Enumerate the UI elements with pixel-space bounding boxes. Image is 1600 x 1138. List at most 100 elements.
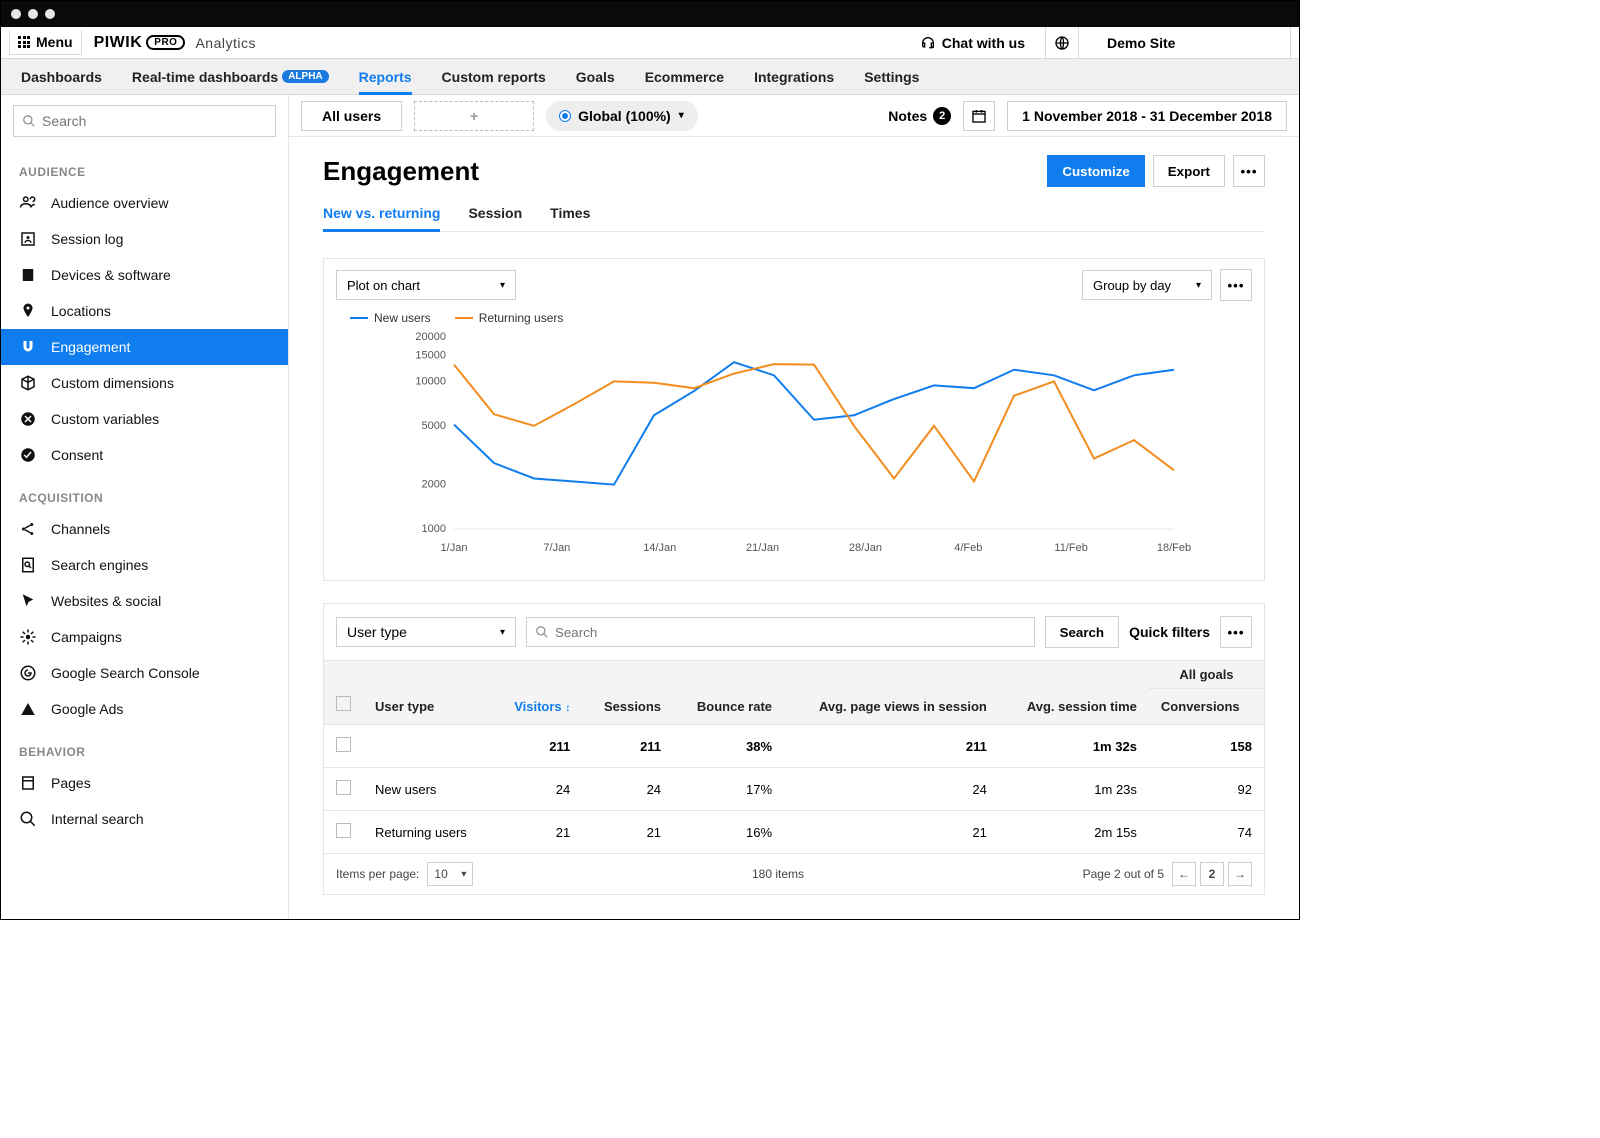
tab-reports[interactable]: Reports: [359, 59, 412, 94]
notes-button[interactable]: Notes 2: [888, 107, 951, 125]
sidebar-item-search-engines[interactable]: Search engines: [1, 547, 288, 583]
table-more-button[interactable]: •••: [1220, 616, 1252, 648]
nav-tabs: Dashboards Real-time dashboardsALPHA Rep…: [1, 59, 1299, 95]
col-sessions[interactable]: Sessions: [582, 661, 673, 725]
page-prev[interactable]: ←: [1172, 862, 1196, 886]
segment-add[interactable]: +: [414, 101, 534, 131]
chevron-down-icon: ▾: [500, 280, 505, 291]
sidebar-item-google-search-console[interactable]: Google Search Console: [1, 655, 288, 691]
sidebar-item-locations[interactable]: Locations: [1, 293, 288, 329]
col-visitors[interactable]: Visitors ↕: [493, 661, 583, 725]
grid-icon: [18, 36, 30, 48]
table-search[interactable]: [526, 617, 1035, 647]
sidebar-item-label: Session log: [51, 231, 123, 247]
tab-ecommerce[interactable]: Ecommerce: [645, 59, 724, 94]
col-bounce[interactable]: Bounce rate: [673, 661, 784, 725]
site-switcher-icon[interactable]: [1045, 27, 1079, 59]
sidebar-item-audience-overview[interactable]: Audience overview: [1, 185, 288, 221]
cell-bounce: 38%: [673, 725, 784, 768]
cell-visitors: 21: [493, 811, 583, 854]
tab-integrations[interactable]: Integrations: [754, 59, 834, 94]
segment-global[interactable]: Global (100%) ▾: [546, 101, 698, 131]
page-current[interactable]: 2: [1200, 862, 1224, 886]
sidebar-search[interactable]: [13, 105, 276, 137]
dot-icon: [560, 111, 570, 121]
table-search-input[interactable]: [555, 625, 1026, 640]
cell-avg-time: 2m 15s: [999, 811, 1149, 854]
sidebar-item-channels[interactable]: Channels: [1, 511, 288, 547]
sidebar-item-label: Channels: [51, 521, 110, 537]
svg-text:11/Feb: 11/Feb: [1054, 542, 1087, 554]
sidebar-item-devices-software[interactable]: Devices & software: [1, 257, 288, 293]
cell-avg-time: 1m 23s: [999, 768, 1149, 811]
share-icon: [19, 520, 37, 538]
sidebar-item-session-log[interactable]: Session log: [1, 221, 288, 257]
export-button[interactable]: Export: [1153, 155, 1225, 187]
customize-button[interactable]: Customize: [1047, 155, 1144, 187]
cell-user-type: Returning users: [363, 811, 493, 854]
sidebar-item-internal-search[interactable]: Internal search: [1, 801, 288, 837]
page-next[interactable]: →: [1228, 862, 1252, 886]
sidebar-item-custom-dimensions[interactable]: Custom dimensions: [1, 365, 288, 401]
sidebar-item-label: Google Ads: [51, 701, 123, 717]
svg-text:15000: 15000: [415, 349, 446, 361]
sidebar-item-campaigns[interactable]: Campaigns: [1, 619, 288, 655]
col-avg-time[interactable]: Avg. session time: [999, 661, 1149, 725]
cell-avg-pv: 21: [784, 811, 999, 854]
sidebar-item-consent[interactable]: Consent: [1, 437, 288, 473]
sidebar-search-input[interactable]: [42, 113, 267, 129]
search-icon: [22, 114, 36, 128]
menu-button[interactable]: Menu: [9, 30, 82, 55]
alpha-badge: ALPHA: [282, 70, 328, 83]
chat-label: Chat with us: [942, 35, 1025, 51]
checkbox-all[interactable]: [336, 696, 351, 711]
tab-realtime[interactable]: Real-time dashboardsALPHA: [132, 59, 329, 94]
table-row: 211 211 38% 211 1m 32s 158: [324, 725, 1264, 768]
sidebar-item-label: Campaigns: [51, 629, 122, 645]
sidebar-item-label: Engagement: [51, 339, 130, 355]
segment-all-users[interactable]: All users: [301, 101, 402, 131]
sidebar-item-engagement[interactable]: Engagement: [1, 329, 288, 365]
col-avg-pv[interactable]: Avg. page views in session: [784, 661, 999, 725]
cell-bounce: 17%: [673, 768, 784, 811]
plot-on-chart-dropdown[interactable]: Plot on chart▾: [336, 270, 516, 300]
site-selector[interactable]: Demo Site: [1091, 27, 1291, 59]
row-checkbox[interactable]: [336, 823, 351, 838]
svg-text:1/Jan: 1/Jan: [441, 542, 468, 554]
col-conversions[interactable]: Conversions: [1149, 689, 1264, 725]
tab-settings[interactable]: Settings: [864, 59, 919, 94]
sidebar-item-label: Consent: [51, 447, 103, 463]
row-checkbox[interactable]: [336, 737, 351, 752]
tab-custom-reports[interactable]: Custom reports: [442, 59, 546, 94]
svg-text:28/Jan: 28/Jan: [849, 542, 882, 554]
items-per-page-select[interactable]: 10▾: [427, 862, 473, 886]
svg-text:14/Jan: 14/Jan: [643, 542, 676, 554]
chart-more-button[interactable]: •••: [1220, 269, 1252, 301]
cell-avg-time: 1m 32s: [999, 725, 1149, 768]
sidebar-item-label: Websites & social: [51, 593, 161, 609]
col-user-type[interactable]: User type: [363, 661, 493, 725]
group-by-dropdown[interactable]: Group by day▾: [1082, 270, 1212, 300]
subtab-new-returning[interactable]: New vs. returning: [323, 195, 440, 231]
subtab-session[interactable]: Session: [468, 195, 522, 231]
brand-logo: PIWIK PRO Analytics: [94, 34, 256, 52]
check-icon: [19, 446, 37, 464]
chat-button[interactable]: Chat with us: [912, 35, 1033, 51]
sidebar-item-pages[interactable]: Pages: [1, 765, 288, 801]
tab-goals[interactable]: Goals: [576, 59, 615, 94]
doc-icon: [19, 556, 37, 574]
tab-dashboards[interactable]: Dashboards: [21, 59, 102, 94]
cell-conversions: 92: [1149, 768, 1264, 811]
user-type-dropdown[interactable]: User type▾: [336, 617, 516, 647]
cell-avg-pv: 211: [784, 725, 999, 768]
quick-filters-button[interactable]: Quick filters: [1129, 624, 1210, 640]
row-checkbox[interactable]: [336, 780, 351, 795]
sidebar-item-custom-variables[interactable]: Custom variables: [1, 401, 288, 437]
search-button[interactable]: Search: [1045, 616, 1119, 648]
sidebar-item-google-ads[interactable]: Google Ads: [1, 691, 288, 727]
subtab-times[interactable]: Times: [550, 195, 590, 231]
sidebar-item-websites-social[interactable]: Websites & social: [1, 583, 288, 619]
more-button[interactable]: •••: [1233, 155, 1265, 187]
calendar-button[interactable]: [963, 101, 995, 131]
date-range[interactable]: 1 November 2018 - 31 December 2018: [1007, 101, 1287, 131]
